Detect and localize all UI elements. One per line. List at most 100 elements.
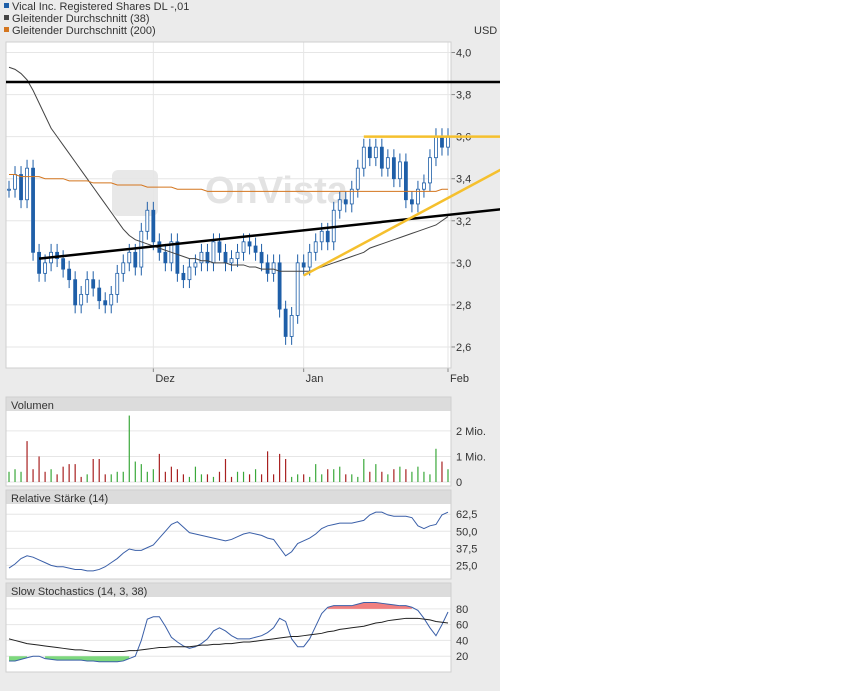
candle — [446, 136, 450, 148]
ytick-label: 3,8 — [456, 90, 471, 102]
candle — [163, 251, 168, 264]
candle — [31, 167, 35, 253]
candle — [325, 230, 330, 243]
legend-swatch — [4, 15, 9, 20]
candle — [79, 293, 84, 306]
volume-ytick-label: 1 Mio. — [456, 451, 486, 463]
rsi-ytick-label: 37,5 — [456, 543, 477, 555]
candle — [73, 279, 78, 306]
candle — [25, 167, 29, 201]
legend-swatch — [4, 27, 9, 32]
candle — [223, 251, 228, 264]
stoch-title: Slow Stochastics (14, 3, 38) — [11, 586, 147, 598]
candle — [379, 146, 384, 169]
ytick-label: 2,8 — [456, 300, 471, 312]
chart-canvas: Vical Inc. Registered Shares DL -,01Glei… — [4, 1, 557, 673]
volume-title: Volumen — [11, 400, 54, 412]
candle — [301, 262, 306, 268]
candle — [289, 315, 294, 337]
legend-swatch — [4, 3, 9, 8]
candle — [217, 241, 222, 253]
legend-label: Gleitender Durchschnitt (38) — [12, 13, 150, 25]
candle — [422, 182, 426, 190]
candle — [313, 241, 318, 253]
rsi-ytick-label: 62,5 — [456, 509, 477, 521]
candle — [428, 157, 432, 184]
candle — [319, 230, 324, 243]
stoch-ytick-label: 20 — [456, 651, 468, 663]
candle — [91, 279, 96, 289]
candle — [440, 136, 444, 148]
ytick-label: 3,2 — [456, 216, 471, 228]
candle — [391, 157, 396, 180]
candle — [115, 272, 120, 295]
stock-chart: Vical Inc. Registered Shares DL -,01 Glei… — [0, 0, 557, 691]
candle — [181, 272, 186, 281]
candle — [343, 199, 348, 205]
candle — [241, 241, 246, 253]
candle — [337, 199, 342, 211]
volume-ytick-label: 0 — [456, 477, 462, 489]
candle — [121, 262, 126, 274]
candle — [247, 241, 252, 247]
legend-label: Gleitender Durchschnitt (200) — [12, 25, 156, 37]
candle — [385, 157, 390, 169]
candle — [7, 188, 11, 191]
candle — [235, 251, 240, 260]
candle — [97, 287, 102, 302]
legend-label: Vical Inc. Registered Shares DL -,01 — [12, 1, 189, 13]
candle — [67, 268, 72, 281]
candle — [259, 251, 264, 264]
rsi-ytick-label: 50,0 — [456, 526, 477, 538]
candle — [367, 146, 372, 159]
stoch-ytick-label: 60 — [456, 620, 468, 632]
candle — [355, 167, 360, 190]
candle — [361, 146, 366, 169]
candle — [397, 161, 402, 180]
xtick-label: Feb — [450, 373, 469, 385]
candle — [410, 199, 414, 205]
candle — [295, 262, 300, 316]
candle — [271, 262, 276, 274]
candle — [127, 251, 132, 264]
candle — [211, 241, 216, 264]
volume-ytick-label: 2 Mio. — [456, 426, 486, 438]
candle — [37, 251, 41, 274]
candle — [43, 262, 47, 274]
candle — [85, 279, 90, 295]
candle — [13, 174, 17, 190]
candle — [187, 266, 192, 281]
volume-header — [6, 397, 451, 411]
candle — [434, 136, 438, 159]
stoch-ytick-label: 40 — [456, 635, 468, 647]
candle — [103, 300, 108, 306]
rsi-ytick-label: 25,0 — [456, 560, 477, 572]
candle — [277, 262, 282, 310]
candle — [109, 293, 114, 306]
candle — [283, 308, 288, 337]
candle — [175, 241, 180, 274]
candle — [373, 146, 378, 159]
candle — [139, 230, 144, 268]
candle — [265, 262, 270, 274]
ytick-label: 4,0 — [456, 48, 471, 60]
rsi-title: Relative Stärke (14) — [11, 493, 108, 505]
candle — [133, 251, 138, 268]
candle — [199, 251, 204, 264]
candle — [145, 209, 150, 232]
candle — [403, 161, 408, 201]
ytick-label: 2,6 — [456, 342, 471, 354]
xtick-label: Jan — [306, 373, 324, 385]
watermark-logo — [112, 170, 158, 216]
watermark-mark — [112, 170, 158, 216]
candle — [61, 258, 66, 270]
candle — [229, 258, 234, 264]
stoch-ytick-label: 80 — [456, 604, 468, 616]
unit-label: USD — [474, 25, 497, 37]
candle — [253, 245, 258, 253]
candle — [193, 262, 198, 268]
xtick-label: Dez — [155, 373, 175, 385]
candle — [19, 174, 23, 201]
candle — [307, 251, 312, 268]
ytick-label: 3,0 — [456, 258, 471, 270]
